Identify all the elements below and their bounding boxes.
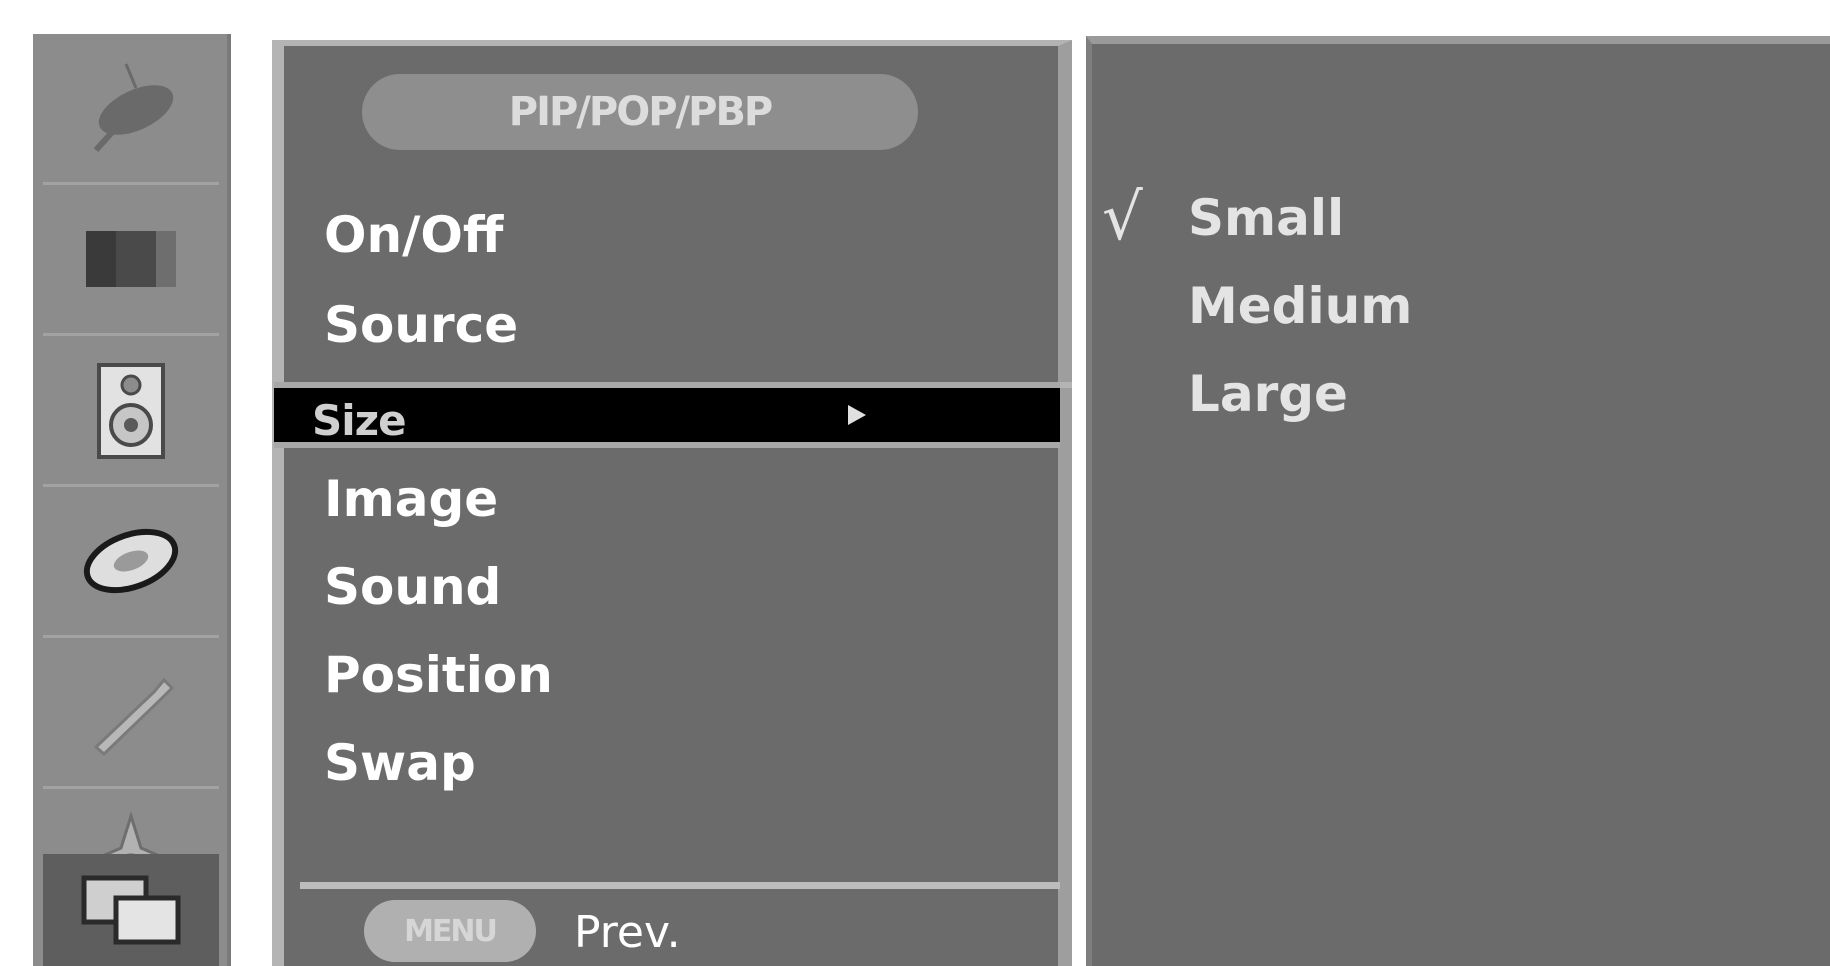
pip-menu-panel: PIP/POP/PBP On/Off Source Size Image Sou… — [272, 40, 1072, 966]
wrench-icon — [93, 677, 175, 757]
menu-item-size-label: Size — [312, 396, 407, 445]
menu-key-button[interactable]: MENU — [364, 900, 536, 962]
submenu-arrow-icon — [848, 405, 866, 425]
option-small[interactable]: Small — [1188, 178, 1344, 258]
menu-item-on-off[interactable]: On/Off — [324, 192, 503, 278]
prev-label: Prev. — [574, 907, 681, 958]
sidebar-item-sound[interactable] — [43, 336, 219, 487]
menu-item-position[interactable]: Position — [324, 632, 553, 718]
menu-item-size[interactable]: Size — [274, 382, 1060, 448]
sidebar-item-option[interactable] — [43, 638, 219, 789]
sidebar-item-picture[interactable] — [43, 185, 219, 336]
check-icon: √ — [1102, 181, 1143, 255]
sidebar-item-station[interactable] — [43, 34, 219, 185]
pip-icon — [81, 875, 181, 945]
satellite-dish-icon — [93, 63, 174, 153]
option-large[interactable]: Large — [1188, 354, 1348, 434]
menu-item-sound[interactable]: Sound — [324, 544, 501, 630]
option-medium[interactable]: Medium — [1188, 266, 1412, 346]
footer-divider — [300, 882, 1060, 889]
menu-item-swap[interactable]: Swap — [324, 720, 476, 806]
picture-icon — [86, 231, 176, 287]
sidebar-item-pip[interactable] — [43, 854, 219, 966]
size-options-panel: √ Small Medium Large — [1086, 36, 1830, 966]
menu-title: PIP/POP/PBP — [362, 74, 918, 150]
speaker-icon — [97, 363, 165, 459]
disc-icon — [83, 528, 179, 594]
menu-item-image[interactable]: Image — [324, 456, 498, 542]
category-sidebar — [33, 34, 231, 966]
menu-item-source[interactable]: Source — [324, 282, 518, 368]
sidebar-item-time[interactable] — [43, 487, 219, 638]
